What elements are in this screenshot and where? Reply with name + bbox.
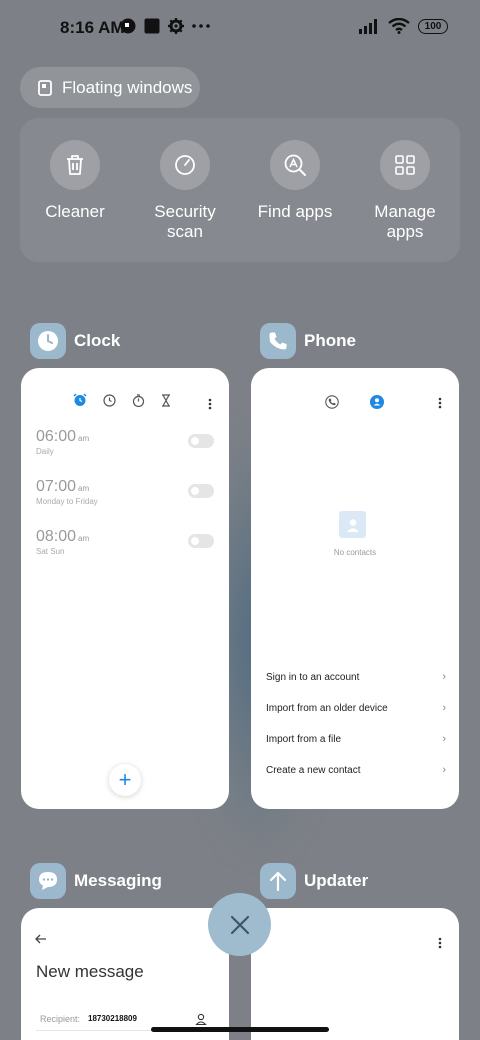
updater-app-icon bbox=[269, 871, 287, 891]
updater-app-header[interactable]: Updater bbox=[260, 863, 368, 899]
phone-more-icon[interactable] bbox=[438, 397, 442, 409]
alarm-time: 06:00 bbox=[36, 428, 77, 445]
messaging-app-card[interactable]: New message Recipient: 18730218809 bbox=[21, 908, 229, 1040]
updater-more-icon[interactable] bbox=[438, 937, 442, 949]
manage-apps-label: Manage apps bbox=[374, 202, 436, 241]
manage-apps-button[interactable]: Manage apps bbox=[350, 140, 460, 242]
clear-all-button[interactable] bbox=[208, 893, 271, 956]
clock-tabs bbox=[73, 393, 171, 407]
status-right-icons: 100 bbox=[359, 18, 448, 34]
gear-icon bbox=[168, 18, 184, 34]
cleaner-button[interactable]: Cleaner bbox=[20, 140, 130, 222]
alarm-repeat: Sat Sun bbox=[36, 547, 65, 556]
alarm-row[interactable]: 07:00 am Monday to Friday bbox=[36, 478, 214, 518]
find-apps-button[interactable]: Find apps bbox=[240, 140, 350, 222]
status-left-icons bbox=[120, 18, 210, 34]
messaging-app-icon bbox=[39, 872, 57, 890]
alarm-time: 07:00 bbox=[36, 478, 77, 495]
quick-actions-panel: Cleaner Security scan Find apps Manage a… bbox=[20, 118, 460, 262]
back-arrow-icon[interactable] bbox=[35, 934, 47, 944]
square-notification-icon bbox=[144, 18, 160, 34]
contacts-tab-icon[interactable] bbox=[370, 395, 384, 409]
signal-icon bbox=[359, 18, 377, 34]
new-message-title: New message bbox=[36, 962, 144, 981]
floating-windows-button[interactable]: Floating windows bbox=[20, 67, 200, 108]
find-apps-icon bbox=[284, 154, 306, 176]
stopwatch-icon[interactable] bbox=[132, 393, 145, 407]
alarm-icon[interactable] bbox=[73, 393, 87, 407]
alarm-period: am bbox=[78, 434, 90, 443]
clock-more-icon[interactable] bbox=[208, 398, 212, 410]
add-alarm-label: + bbox=[118, 767, 132, 792]
alarm-time: 08:00 bbox=[36, 528, 77, 545]
phone-app-card[interactable]: No contacts Sign in to an account › Impor… bbox=[251, 368, 459, 809]
security-scan-icon bbox=[175, 155, 195, 175]
alarm-toggle[interactable] bbox=[188, 484, 214, 498]
status-time: 8:16 AM bbox=[60, 18, 125, 37]
alarm-toggle[interactable] bbox=[188, 534, 214, 548]
security-scan-label: Security scan bbox=[154, 202, 216, 241]
no-contacts-text: No contacts bbox=[333, 548, 377, 557]
alarm-row[interactable]: 08:00 am Sat Sun bbox=[36, 528, 214, 568]
create-contact-option[interactable]: Create a new contact › bbox=[266, 764, 446, 776]
chevron-right-icon: › bbox=[442, 702, 446, 714]
floating-windows-label: Floating windows bbox=[62, 77, 193, 97]
recipient-label: Recipient: bbox=[40, 1014, 81, 1024]
alarm-repeat: Daily bbox=[36, 447, 54, 456]
alarm-toggle[interactable] bbox=[188, 434, 214, 448]
chevron-right-icon: › bbox=[442, 764, 446, 776]
wifi-icon bbox=[388, 18, 410, 34]
updater-app-card[interactable] bbox=[251, 908, 459, 1040]
messaging-app-header[interactable]: Messaging bbox=[30, 863, 162, 899]
phone-app-name: Phone bbox=[304, 331, 356, 350]
phone-app-icon bbox=[269, 332, 287, 350]
status-bar: 8:16 AM 100 bbox=[0, 0, 480, 56]
add-alarm-button[interactable]: + bbox=[109, 764, 141, 796]
empty-contacts-icon bbox=[339, 511, 366, 538]
contact-picker-icon[interactable] bbox=[195, 1013, 207, 1025]
battery-indicator: 100 bbox=[418, 18, 448, 34]
security-scan-button[interactable]: Security scan bbox=[130, 140, 240, 242]
floating-window-icon bbox=[38, 79, 52, 96]
chevron-right-icon: › bbox=[442, 733, 446, 745]
messaging-app-name: Messaging bbox=[74, 871, 162, 890]
import-older-device-option[interactable]: Import from an older device › bbox=[266, 702, 446, 714]
app-badge-icon bbox=[120, 18, 136, 34]
timer-icon[interactable] bbox=[161, 393, 171, 407]
cleaner-label: Cleaner bbox=[45, 202, 105, 221]
clock-app-name: Clock bbox=[74, 331, 121, 350]
alarm-row[interactable]: 06:00 am Daily bbox=[36, 428, 214, 468]
updater-app-name: Updater bbox=[304, 871, 369, 890]
phone-tab-icon[interactable] bbox=[325, 395, 339, 409]
grid-apps-icon bbox=[395, 155, 415, 175]
sign-in-account-option[interactable]: Sign in to an account › bbox=[266, 671, 446, 683]
chevron-right-icon: › bbox=[442, 671, 446, 683]
alarm-period: am bbox=[78, 484, 90, 493]
clock-app-header[interactable]: Clock bbox=[30, 323, 120, 359]
alarm-period: am bbox=[78, 534, 90, 543]
more-dots-icon bbox=[192, 24, 210, 28]
home-indicator[interactable] bbox=[151, 1027, 329, 1032]
close-icon bbox=[230, 915, 249, 934]
clock-icon[interactable] bbox=[103, 393, 116, 407]
import-file-option[interactable]: Import from a file › bbox=[266, 733, 446, 745]
alarm-repeat: Monday to Friday bbox=[36, 497, 98, 506]
clock-app-icon bbox=[38, 331, 58, 351]
recipient-input[interactable]: 18730218809 bbox=[88, 1014, 137, 1023]
phone-app-header[interactable]: Phone bbox=[260, 323, 356, 359]
trash-icon bbox=[67, 155, 83, 175]
find-apps-label: Find apps bbox=[257, 202, 333, 221]
clock-app-card[interactable]: 06:00 am Daily 07:00 am Monday to Friday 0… bbox=[21, 368, 229, 809]
